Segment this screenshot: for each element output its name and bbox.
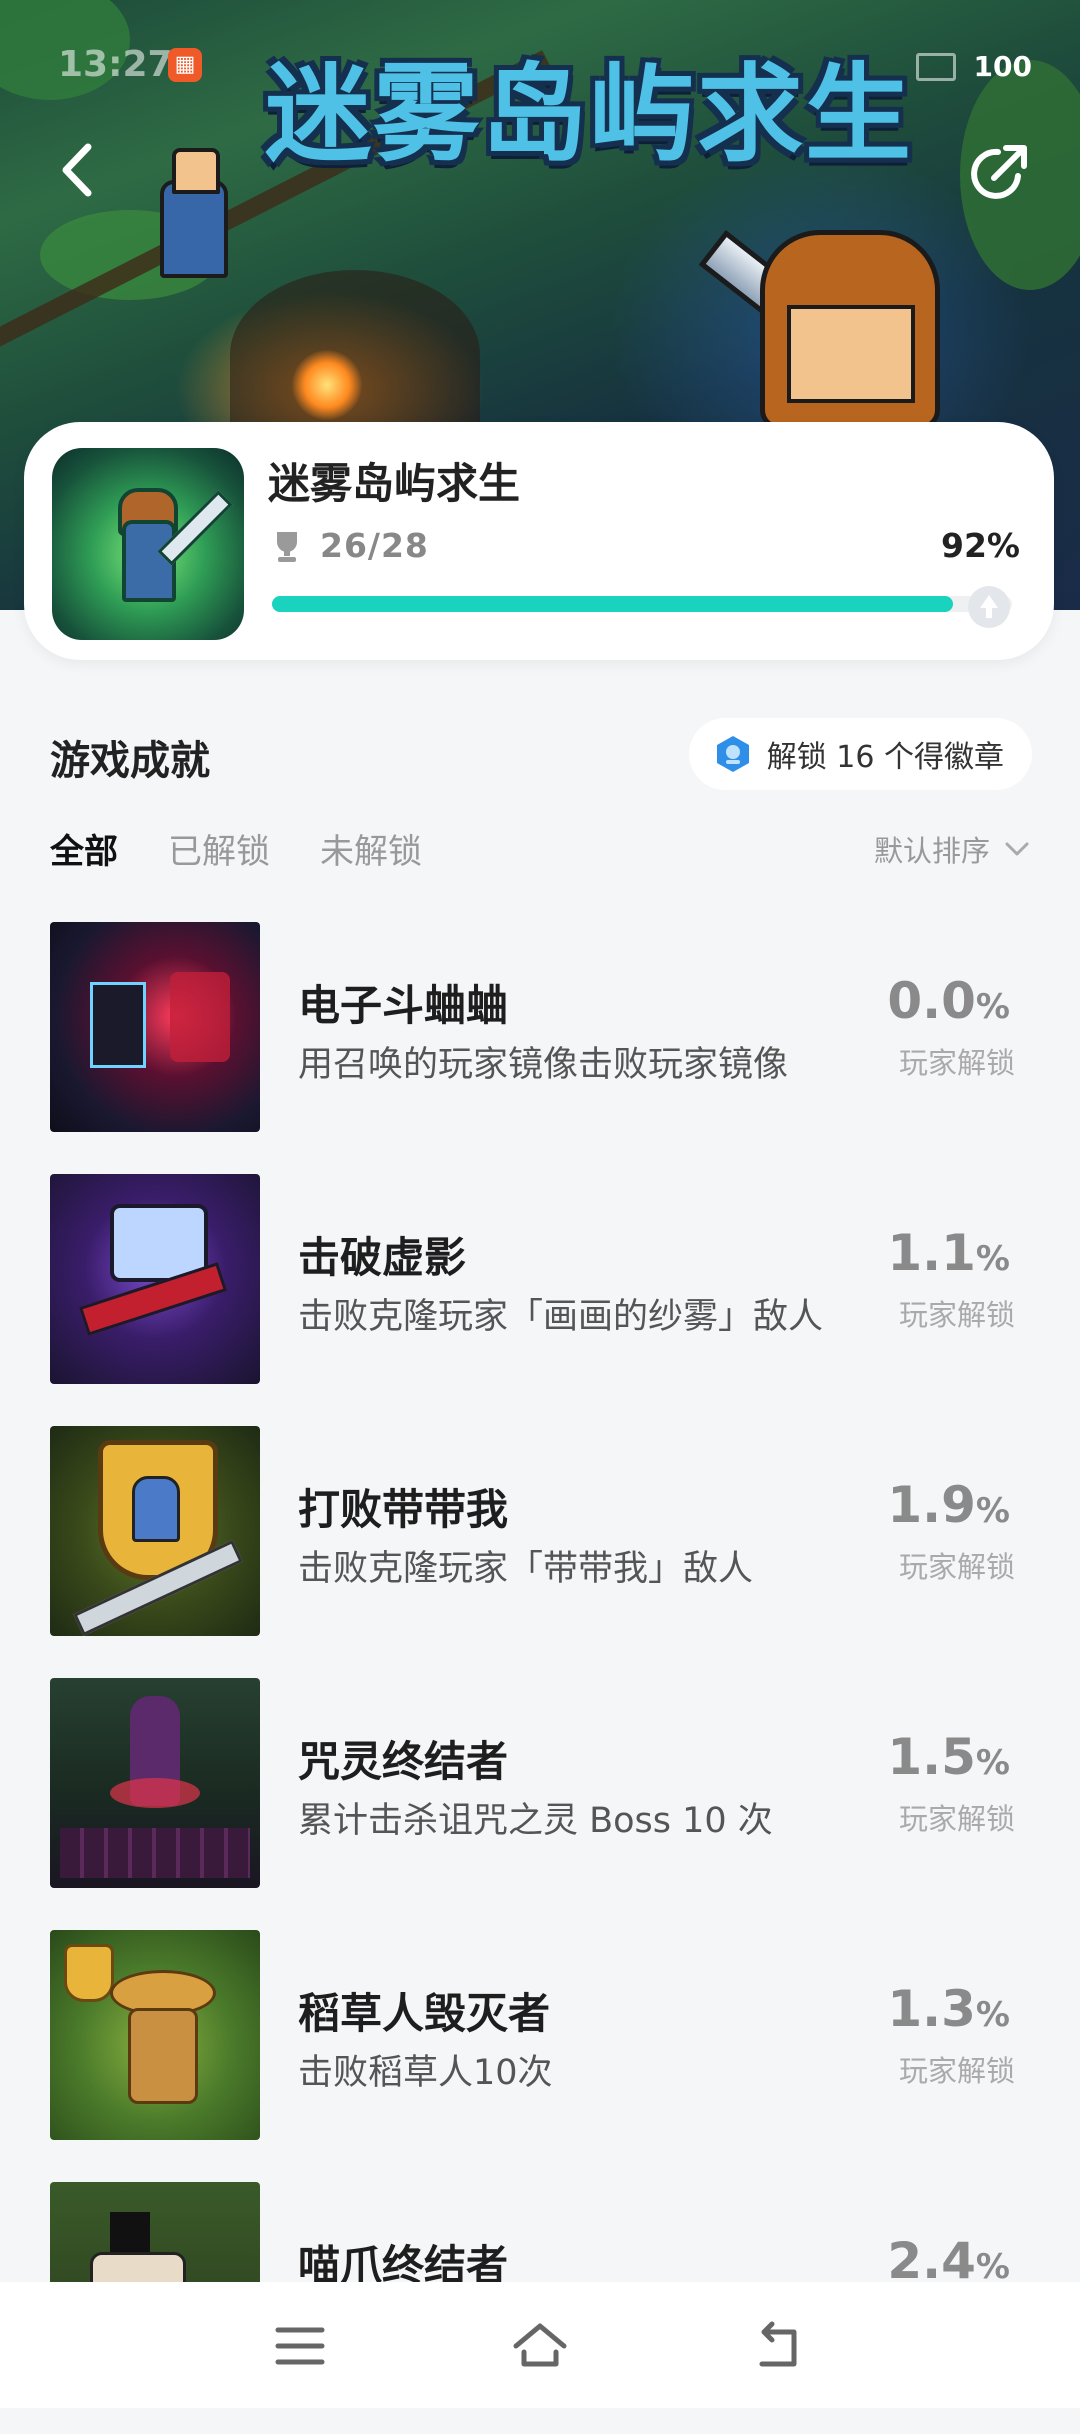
unlock-rate: 0.0%: [887, 972, 1010, 1030]
badge-reward-pill[interactable]: 解锁 16 个得徽章: [688, 718, 1032, 790]
back-button[interactable]: [50, 135, 110, 205]
achievement-row[interactable]: 击破虚影 击败克隆玩家「画画的纱雾」敌人 1.1% 玩家解锁: [0, 1174, 1080, 1426]
share-icon: [971, 145, 1027, 199]
unlock-rate: 1.9%: [887, 1476, 1010, 1534]
achievement-desc: 用召唤的玩家镜像击败玩家镜像: [298, 1045, 789, 1085]
achievement-name: 击破虚影: [298, 1233, 467, 1282]
achievement-name: 电子斗蛐蛐: [298, 981, 509, 1030]
share-button[interactable]: [968, 140, 1032, 204]
badge-icon: [716, 736, 749, 772]
tab-locked[interactable]: 未解锁: [320, 824, 422, 873]
progress-fill: [272, 596, 953, 612]
menu-button[interactable]: [268, 2316, 332, 2376]
hero-character-art: [760, 230, 940, 430]
achievement-image: [50, 1930, 260, 2140]
game-name: 迷雾岛屿求生: [268, 459, 521, 508]
unlock-rate: 1.1%: [887, 1224, 1010, 1282]
achievement-desc: 击败克隆玩家「画画的纱雾」敌人: [298, 1297, 824, 1337]
chevron-left-icon: [62, 143, 92, 197]
unlock-rate-label: 玩家解锁: [898, 1046, 1015, 1080]
game-icon[interactable]: [52, 448, 244, 640]
game-progress-card: 迷雾岛屿求生 26/28 92%: [24, 422, 1054, 660]
status-time: 13:27: [58, 44, 173, 85]
achievement-image: [50, 1174, 260, 1384]
cave-art: [230, 270, 480, 440]
battery-level: 100: [973, 50, 1032, 83]
achievement-name: 咒灵终结者: [298, 1737, 509, 1786]
menu-icon: [275, 2327, 325, 2365]
achievement-image: [50, 1426, 260, 1636]
achievement-desc: 击败稻草人10次: [298, 2053, 553, 2093]
unlock-rate-label: 玩家解锁: [898, 1802, 1015, 1836]
progress-bar: [272, 596, 1012, 612]
unlock-rate: 1.3%: [887, 1980, 1010, 2038]
achievement-desc: 累计击杀诅咒之灵 Boss 10 次: [298, 1801, 773, 1841]
achievement-name: 稻草人毁灭者: [298, 1989, 551, 2038]
return-icon: [759, 2321, 797, 2367]
unlock-rate: 1.5%: [887, 1728, 1010, 1786]
achievement-name: 打败带带我: [298, 1485, 509, 1534]
sort-dropdown[interactable]: 默认排序: [874, 828, 1030, 870]
achievement-row[interactable]: 电子斗蛐蛐 用召唤的玩家镜像击败玩家镜像 0.0% 玩家解锁: [0, 922, 1080, 1174]
tab-unlocked[interactable]: 已解锁: [168, 824, 270, 873]
achievement-image: [50, 922, 260, 1132]
chevron-down-icon: [1005, 842, 1029, 856]
achievement-desc: 击败克隆玩家「带带我」敌人: [298, 1549, 754, 1589]
notification-app-icon: ▦: [168, 48, 202, 82]
achievement-list: 电子斗蛐蛐 用召唤的玩家镜像击败玩家镜像 0.0% 玩家解锁 击破虚影 击败克隆…: [0, 922, 1080, 2434]
status-bar-right: 100: [915, 50, 1032, 83]
achievement-row[interactable]: 打败带带我 击败克隆玩家「带带我」敌人 1.9% 玩家解锁: [0, 1426, 1080, 1678]
unlock-rate-label: 玩家解锁: [898, 1550, 1015, 1584]
filter-tabs: 全部 已解锁 未解锁: [50, 824, 422, 873]
banner-title: 迷雾岛屿求生: [265, 53, 913, 176]
home-icon: [513, 2323, 567, 2367]
achievement-row[interactable]: 咒灵终结者 累计击杀诅咒之灵 Boss 10 次 1.5% 玩家解锁: [0, 1678, 1080, 1930]
system-nav-bar: [0, 2282, 1080, 2408]
achievement-row[interactable]: 稻草人毁灭者 击败稻草人10次 1.3% 玩家解锁: [0, 1930, 1080, 2182]
back-nav-button[interactable]: [748, 2316, 812, 2376]
achievement-count: 26/28: [320, 526, 429, 565]
unlock-rate-label: 玩家解锁: [898, 2054, 1015, 2088]
badge-reward-text: 解锁 16 个得徽章: [766, 740, 1004, 775]
small-character-art: [160, 148, 228, 278]
sort-label: 默认排序: [873, 834, 990, 868]
signal-icon: [915, 52, 956, 81]
tab-all[interactable]: 全部: [50, 824, 118, 873]
campfire-art: [292, 350, 362, 420]
trophy-icon: [277, 532, 297, 562]
home-button[interactable]: [508, 2316, 572, 2376]
completion-percent: 92%: [941, 526, 1020, 565]
unlock-rate-label: 玩家解锁: [898, 1298, 1015, 1332]
achievement-image: [50, 1678, 260, 1888]
progress-end-badge-icon: [968, 586, 1010, 628]
section-title: 游戏成就: [50, 738, 210, 784]
